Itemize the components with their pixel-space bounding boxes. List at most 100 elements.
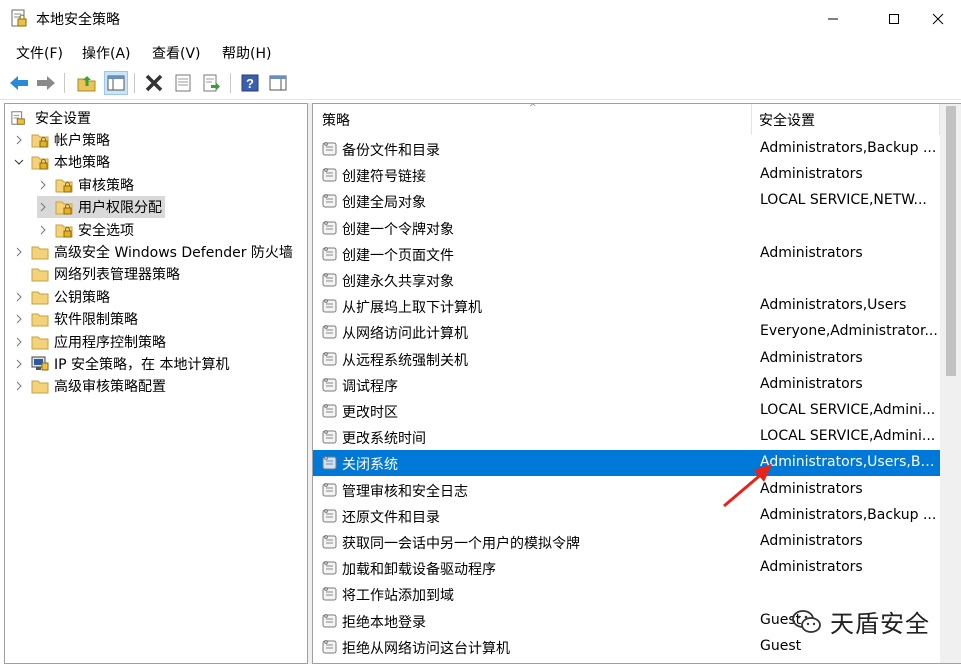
policy-name: 关闭系统: [342, 457, 398, 474]
delete-icon: [145, 74, 163, 92]
policy-row[interactable]: 还原文件和目录 Administrators,Backup ...: [313, 503, 940, 529]
policy-setting: Administrators: [760, 375, 863, 392]
policy-setting: Administrators,Backup ...: [760, 506, 937, 523]
forward-button[interactable]: [34, 71, 58, 95]
policy-setting: Guest: [760, 637, 802, 654]
up-folder-icon: [77, 76, 96, 92]
minimize-button[interactable]: [810, 0, 856, 38]
policy-name: 拒绝本地登录: [342, 614, 426, 631]
policy-row[interactable]: 创建符号链接 Administrators: [313, 162, 940, 188]
tree-item[interactable]: 用户权限分配: [37, 196, 165, 219]
delete-button[interactable]: [142, 71, 166, 95]
policy-row[interactable]: 创建一个页面文件 Administrators: [313, 241, 940, 267]
folder-icon: [31, 291, 49, 305]
tree-item[interactable]: IP 安全策略，在 本地计算机: [13, 353, 229, 375]
menu-bar: 文件(F) 操作(A) 查看(V) 帮助(H): [0, 38, 961, 66]
policy-row[interactable]: 调试程序 Administrators: [313, 372, 940, 398]
tree-root-security-settings[interactable]: 安全设置: [11, 107, 91, 129]
tree-item-label: 网络列表管理器策略: [54, 267, 180, 284]
tree-item[interactable]: 审核策略: [37, 174, 134, 196]
back-button[interactable]: [7, 71, 31, 95]
collapse-chevron-icon[interactable]: [13, 151, 25, 173]
lock-folder-icon: [31, 156, 49, 170]
toolbar-separator: [134, 73, 135, 93]
policy-row[interactable]: 更改时区 LOCAL SERVICE,Admini...: [313, 398, 940, 424]
policy-name: 从远程系统强制关机: [342, 352, 468, 369]
policy-icon: [322, 273, 337, 287]
expand-chevron-icon[interactable]: [13, 241, 25, 263]
tree-item[interactable]: 帐户策略: [13, 129, 110, 151]
policy-row[interactable]: 创建永久共享对象: [313, 267, 940, 293]
policy-row[interactable]: 创建一个令牌对象: [313, 215, 940, 241]
policy-icon: [322, 456, 337, 470]
policy-setting: Administrators: [760, 244, 863, 261]
expand-chevron-icon[interactable]: [37, 196, 49, 218]
tree-item[interactable]: 公钥策略: [13, 286, 110, 308]
policy-row[interactable]: 从扩展坞上取下计算机 Administrators,Users: [313, 293, 940, 319]
column-header-policy-label: 策略: [322, 112, 350, 129]
close-button[interactable]: [915, 0, 961, 38]
lock-folder-icon: [55, 179, 73, 193]
action-pane-icon: [269, 75, 287, 91]
wechat-icon: [792, 609, 821, 633]
column-header-setting-label: 安全设置: [759, 112, 815, 129]
tree-item[interactable]: 本地策略: [13, 151, 110, 173]
folder-icon: [31, 336, 49, 350]
policy-row[interactable]: 创建全局对象 LOCAL SERVICE,NETW...: [313, 188, 940, 214]
tree-item[interactable]: 高级审核策略配置: [13, 375, 166, 397]
tree-item[interactable]: 网络列表管理器策略: [13, 263, 180, 285]
column-header-setting[interactable]: 安全设置: [752, 104, 940, 135]
up-button[interactable]: [75, 71, 99, 95]
tree-item-label: 用户权限分配: [78, 200, 162, 217]
policy-icon: [322, 194, 337, 208]
expand-chevron-icon[interactable]: [13, 353, 25, 375]
expand-chevron-icon[interactable]: [37, 219, 49, 241]
show-hide-tree-button[interactable]: [104, 71, 128, 95]
policy-row[interactable]: 获取同一会话中另一个用户的模拟令牌 Administrators: [313, 529, 940, 555]
maximize-button[interactable]: [871, 0, 917, 38]
back-arrow-icon: [10, 76, 28, 90]
policy-icon: [322, 168, 337, 182]
expand-chevron-icon[interactable]: [13, 331, 25, 353]
policy-icon: [322, 142, 337, 156]
sort-ascending-icon: ^: [529, 103, 537, 113]
policy-row[interactable]: 管理审核和安全日志 Administrators: [313, 477, 940, 503]
minimize-icon: [828, 18, 838, 20]
tree-item[interactable]: 软件限制策略: [13, 308, 138, 330]
policy-row[interactable]: 加载和卸载设备驱动程序 Administrators: [313, 555, 940, 581]
expand-chevron-icon[interactable]: [13, 308, 25, 330]
policy-row[interactable]: 更改系统时间 LOCAL SERVICE,Admini...: [313, 424, 940, 450]
tree-item[interactable]: 安全选项: [37, 219, 134, 241]
tree-pane: 安全设置 帐户策略 本地策略 审核策略用户权限分配 安全选项高级安全 Windows …: [4, 103, 308, 664]
tree-item[interactable]: 应用程序控制策略: [13, 331, 166, 353]
watermark: 天盾安全: [792, 604, 930, 639]
app-icon: [11, 9, 27, 27]
menu-action[interactable]: 操作(A): [82, 43, 131, 63]
menu-file[interactable]: 文件(F): [16, 43, 63, 63]
policy-name: 调试程序: [342, 378, 398, 395]
help-button[interactable]: ?: [238, 71, 262, 95]
scrollbar-thumb[interactable]: [946, 106, 956, 376]
policy-setting: Administrators,Users,Ba...: [760, 454, 938, 471]
export-list-button[interactable]: [200, 71, 224, 95]
policy-icon: [322, 404, 337, 418]
policy-row[interactable]: 关闭系统 Administrators,Users,Ba...: [313, 450, 940, 477]
policy-row[interactable]: 从远程系统强制关机 Administrators: [313, 346, 940, 372]
menu-view[interactable]: 查看(V): [152, 43, 201, 63]
expand-chevron-icon[interactable]: [13, 129, 25, 151]
show-hide-tree-icon: [107, 75, 125, 91]
policy-row[interactable]: 备份文件和目录 Administrators,Backup ...: [313, 136, 940, 162]
tree-item[interactable]: 高级安全 Windows Defender 防火墙: [13, 241, 293, 263]
policy-setting: Administrators: [760, 349, 863, 366]
column-header-policy[interactable]: 策略 ^: [313, 104, 752, 135]
vertical-scrollbar[interactable]: [940, 104, 961, 663]
expand-chevron-icon[interactable]: [13, 375, 25, 397]
policy-row[interactable]: 从网络访问此计算机 Everyone,Administrator...: [313, 319, 940, 345]
policy-name: 从扩展坞上取下计算机: [342, 300, 482, 317]
action-pane-button[interactable]: [266, 71, 290, 95]
properties-button[interactable]: [171, 71, 195, 95]
menu-help[interactable]: 帮助(H): [222, 43, 271, 63]
expand-chevron-icon[interactable]: [37, 174, 49, 196]
expand-chevron-icon[interactable]: [13, 286, 25, 308]
tree-item-label: 安全选项: [78, 222, 134, 239]
